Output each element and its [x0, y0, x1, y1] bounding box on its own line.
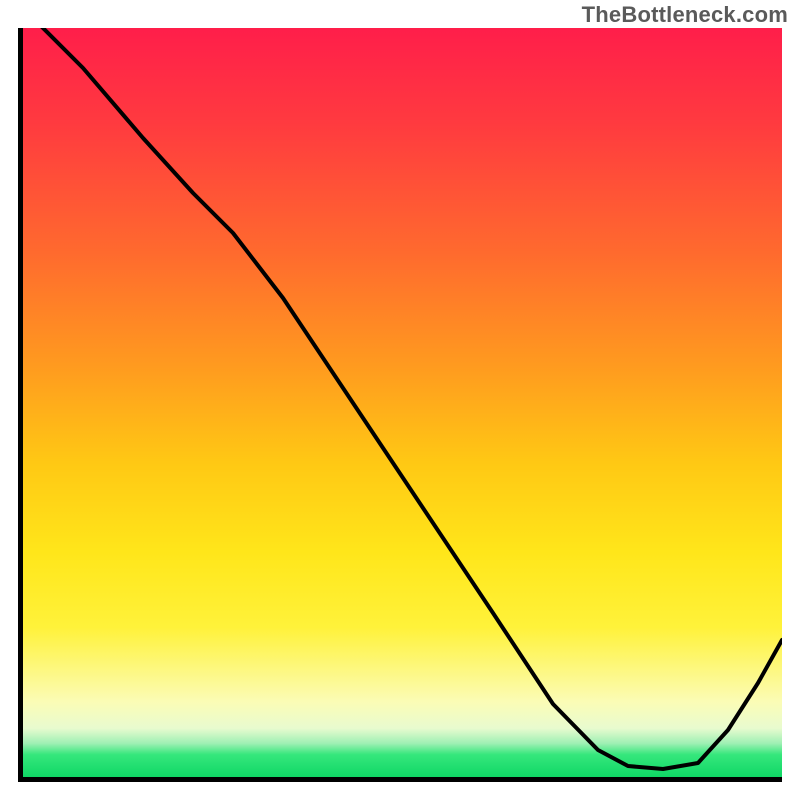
bottleneck-curve: [23, 28, 782, 777]
watermark-text: TheBottleneck.com: [582, 2, 788, 28]
chart-plot-area: [18, 28, 782, 782]
